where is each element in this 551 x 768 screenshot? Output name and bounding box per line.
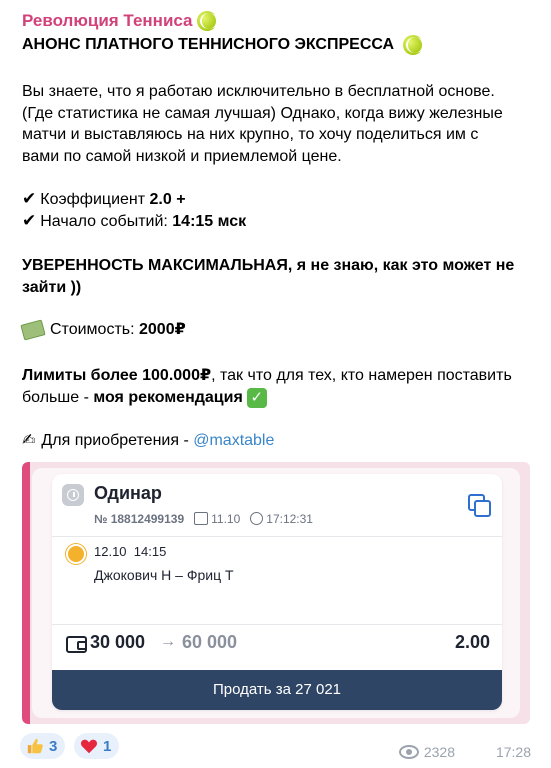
reaction-heart-count: 1 — [103, 737, 112, 755]
bet-type-title: Одинар — [94, 483, 162, 503]
media-accent-strip — [22, 462, 30, 724]
bet-card[interactable]: Одинар № 18812499139 11.10 17:12:31 12.1… — [52, 474, 502, 710]
thumbs-up-icon — [27, 738, 43, 754]
price-value: 2000₽ — [139, 321, 186, 338]
post-title-row: АНОНС ПЛАТНОГО ТЕННИСНОГО ЭКСПРЕССА — [22, 35, 424, 55]
bet-date-wrap: 11.10 — [194, 512, 240, 526]
tennis-ball-icon — [402, 35, 424, 55]
copy-icon[interactable] — [468, 494, 491, 517]
start-row: ✔ Начало событий: 14:15 мск — [22, 211, 246, 232]
purchase-link[interactable]: @maxtable — [193, 432, 274, 449]
price-label: Стоимость: — [50, 321, 139, 338]
stake-amount: 30 000 — [90, 632, 146, 652]
event-date: 12.10 — [94, 544, 127, 559]
bet-number: № 18812499139 — [94, 512, 185, 526]
payout-amount: 60 000 — [182, 632, 238, 652]
intro-line-3: матчи и выставляюсь на них крупно, то хо… — [22, 126, 479, 143]
bet-icon — [66, 544, 86, 564]
views-counter: 2328 — [398, 744, 455, 760]
eye-icon — [398, 745, 419, 759]
limits-line2-plain: больше - — [22, 389, 94, 407]
bet-meta: № 18812499139 11.10 17:12:31 — [94, 512, 313, 526]
start-value: 14:15 мск — [172, 213, 247, 230]
limits-rest: , так что для тех, кто намерен поставить — [211, 367, 512, 384]
media-preview[interactable]: Одинар № 18812499139 11.10 17:12:31 12.1… — [22, 462, 530, 724]
confidence-line-2: зайти )) — [22, 279, 82, 296]
views-count: 2328 — [423, 744, 455, 760]
arrow-icon: → — [160, 633, 176, 650]
bet-time-wrap: 17:12:31 — [250, 512, 313, 526]
event-match: Джокович Н – Фриц Т — [94, 567, 234, 583]
message-time: 17:28 — [495, 744, 531, 760]
limits-line2-bold: моя рекомендация — [93, 389, 243, 407]
event-time: 14:15 — [133, 544, 167, 559]
confidence-line-1: УВЕРЕННОСТЬ МАКСИМАЛЬНАЯ, я не знаю, как… — [22, 257, 515, 274]
clock-icon — [250, 512, 264, 525]
writing-hand-icon: ✍ — [22, 432, 36, 449]
calendar-icon — [194, 512, 209, 525]
intro-line-1: Вы знаете, что я работаю исключительно в… — [22, 83, 495, 100]
coef-value: 2.0 + — [149, 191, 186, 208]
reaction-thumbs-up[interactable]: 3 — [20, 733, 66, 759]
post-title: АНОНС ПЛАТНОГО ТЕННИСНОГО ЭКСПРЕССА — [22, 36, 395, 54]
message-bubble: Революция Тенниса АНОНС ПЛАТНОГО ТЕННИСН… — [0, 0, 551, 768]
divider — [52, 536, 502, 537]
channel-name[interactable]: Революция Тенниса — [22, 11, 218, 31]
limits-bold: Лимиты более 100.000₽ — [22, 367, 212, 384]
purchase-label: Для приобретения - — [41, 432, 194, 449]
intro-line-4: вами по самой низкой и приемлемой цене. — [22, 148, 342, 165]
reaction-heart[interactable]: 1 — [74, 733, 120, 759]
price-row: Стоимость: 2000₽ — [20, 319, 186, 341]
reaction-thumbs-count: 3 — [49, 737, 58, 755]
checkmark-icon: ✔ — [22, 189, 37, 208]
channel-name-text[interactable]: Революция Тенниса — [22, 11, 193, 31]
event-datetime: 12.10 14:15 — [94, 544, 166, 559]
checkmark-icon: ✔ — [22, 211, 37, 230]
bet-time: 17:12:31 — [266, 512, 313, 526]
purchase-row: ✍ Для приобретения - @maxtable — [22, 431, 274, 451]
limits-row-2: больше - моя рекомендация ✓ — [22, 388, 267, 408]
clock-icon — [62, 484, 84, 506]
coef-label: Коэффициент — [40, 191, 150, 208]
heart-icon — [80, 739, 98, 754]
bet-date: 11.10 — [211, 512, 241, 526]
sell-button[interactable]: Продать за 27 021 — [52, 670, 502, 710]
check-box-icon: ✓ — [246, 388, 267, 408]
intro-line-2: (Где статистика не самая лучшая) Однако,… — [22, 105, 503, 122]
divider — [52, 624, 502, 625]
limits-row-1: Лимиты более 100.000₽, так что для тех, … — [22, 366, 512, 386]
coef-row: ✔ Коэффициент 2.0 + — [22, 189, 186, 210]
odds-value: 2.00 — [454, 632, 490, 652]
start-label: Начало событий: — [40, 213, 173, 230]
tennis-ball-icon — [196, 11, 218, 31]
wallet-icon — [66, 636, 87, 653]
money-icon — [20, 319, 46, 341]
